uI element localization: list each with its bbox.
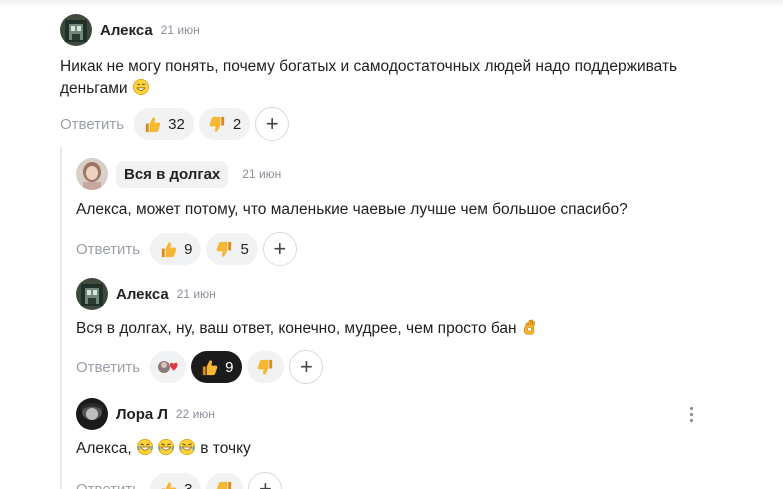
reply-comment: Лора Л 22 июн Алекса, в точку Ответить 3… (76, 398, 756, 489)
author-name[interactable]: Лора Л (116, 406, 168, 423)
like-count: 3 (184, 480, 193, 489)
dislike-reaction[interactable]: 5 (206, 233, 258, 265)
avatar[interactable] (60, 14, 92, 46)
comment-header: Алекса 21 июн (76, 278, 756, 310)
avatar[interactable] (76, 278, 108, 310)
comment-header: Лора Л 22 июн (76, 398, 756, 430)
reply-comment: Алекса 21 июн Вся в долгах, ну, ваш отве… (76, 278, 756, 384)
grinning-sweat-emoji-icon (132, 78, 150, 96)
comment-date: 21 июн (242, 167, 282, 181)
author-name[interactable]: Алекса (116, 286, 169, 303)
dislike-reaction[interactable] (206, 473, 244, 489)
comment-header: Алекса 21 июн (60, 14, 760, 46)
comment-actions: Ответить 9 5 + (76, 232, 756, 266)
thumbs-down-icon (215, 240, 234, 259)
add-reaction-button[interactable]: + (248, 472, 283, 489)
like-reaction[interactable]: 32 (134, 108, 194, 140)
comment-body-prefix: Алекса, (76, 440, 132, 457)
dislike-reaction[interactable]: 2 (198, 108, 251, 140)
plus-icon: + (265, 111, 279, 136)
thumbs-up-icon (143, 115, 162, 134)
like-reaction[interactable]: 9 (150, 233, 202, 265)
comment-date: 21 июн (176, 287, 216, 301)
reply-button[interactable]: Ответить (76, 481, 140, 489)
reply-button[interactable]: Ответить (76, 359, 140, 376)
reactor-avatars-icon (158, 361, 178, 373)
comment-actions: Ответить 9 + (76, 350, 756, 384)
comment-body-suffix: в точку (200, 440, 251, 457)
comment-body: Никак не могу понять, почему богатых и с… (60, 58, 678, 97)
add-reaction-button[interactable]: + (255, 107, 290, 141)
thumbs-up-icon (159, 480, 178, 489)
like-reaction-active[interactable]: 9 (191, 351, 243, 383)
comment-actions: Ответить 32 2 + (60, 107, 760, 141)
comment: Алекса 21 июн Никак не могу понять, поче… (60, 14, 760, 141)
add-reaction-button[interactable]: + (262, 232, 297, 266)
dislike-count: 5 (240, 240, 249, 258)
reactors-reaction[interactable] (150, 351, 187, 383)
thumbs-down-icon (215, 480, 234, 489)
plus-icon: + (273, 236, 287, 261)
comment-date: 21 июн (160, 23, 200, 37)
comment-header: Вся в долгах 21 июн (76, 158, 756, 190)
author-name[interactable]: Вся в долгах (116, 160, 229, 188)
ok-hand-emoji-icon (521, 318, 539, 336)
comment-text: Алекса, может потому, что маленькие чаев… (76, 201, 628, 218)
laughing-emoji-icon (136, 438, 154, 456)
thumbs-up-icon (159, 240, 178, 259)
plus-icon: + (259, 476, 272, 489)
thread-line (60, 147, 62, 489)
add-reaction-button[interactable]: + (289, 350, 324, 384)
plus-icon: + (300, 354, 313, 379)
comment-date: 22 июн (175, 407, 215, 421)
more-options-icon[interactable] (684, 404, 698, 424)
thumbs-up-icon (200, 358, 219, 377)
laughing-emoji-icon (178, 438, 196, 456)
comment-text: Никак не могу понять, почему богатых и с… (60, 56, 720, 100)
like-count: 9 (225, 358, 234, 376)
dislike-reaction[interactable] (247, 351, 285, 383)
reply-comment: Вся в долгах 21 июн Алекса, может потому… (76, 158, 756, 266)
avatar[interactable] (76, 398, 108, 430)
author-name[interactable]: Алекса (100, 22, 153, 39)
comment-body: Вся в долгах, ну, ваш ответ, конечно, му… (76, 320, 517, 337)
like-count: 9 (184, 240, 193, 258)
like-count: 32 (168, 115, 185, 133)
dislike-count: 2 (232, 115, 242, 133)
like-reaction[interactable]: 3 (150, 473, 202, 489)
reply-button[interactable]: Ответить (76, 241, 140, 258)
reply-button[interactable]: Ответить (60, 116, 124, 133)
comment-text: Вся в долгах, ну, ваш ответ, конечно, му… (76, 318, 756, 340)
thumbs-down-icon (256, 358, 275, 377)
comment-actions: Ответить 3 + (76, 472, 756, 489)
avatar[interactable] (76, 158, 108, 190)
comment-text: Алекса, в точку (76, 438, 756, 460)
thumbs-down-icon (208, 115, 227, 134)
top-shadow (0, 0, 783, 8)
laughing-emoji-icon (157, 438, 175, 456)
